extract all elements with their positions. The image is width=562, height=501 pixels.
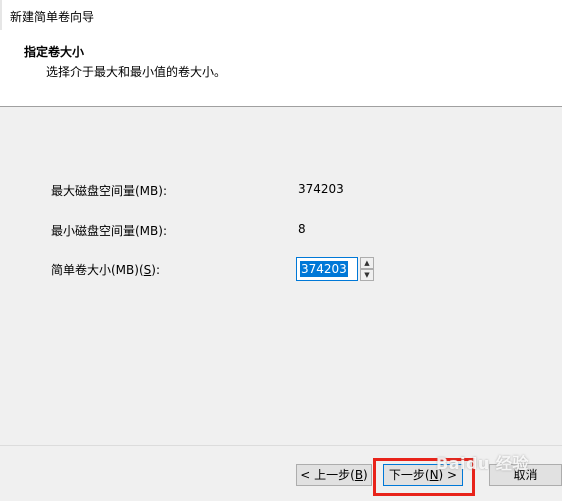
highlight-box	[373, 458, 475, 496]
page-subtitle: 选择介于最大和最小值的卷大小。	[46, 65, 227, 79]
volume-size-selected-text: 374203	[300, 261, 348, 277]
window-title: 新建简单卷向导	[10, 10, 95, 24]
back-button[interactable]: < 上一步(B)	[296, 464, 372, 486]
wizard-footer: < 上一步(B) 下一步(N) > 取消 Baidu 经验	[0, 446, 562, 501]
volume-size-input[interactable]: 374203	[296, 257, 358, 281]
arrow-up-icon: ▲	[364, 259, 370, 267]
max-size-label: 最大磁盘空间量(MB):	[51, 184, 167, 198]
wizard-header: 指定卷大小 选择介于最大和最小值的卷大小。	[0, 30, 562, 106]
spin-up-button[interactable]: ▲	[360, 257, 374, 269]
cancel-button[interactable]: 取消	[489, 464, 562, 486]
arrow-down-icon: ▼	[364, 271, 370, 279]
min-size-value: 8	[298, 222, 306, 236]
max-size-value: 374203	[298, 182, 344, 196]
wizard-window: 新建简单卷向导 指定卷大小 选择介于最大和最小值的卷大小。 最大磁盘空间量(MB…	[0, 0, 562, 501]
min-size-label: 最小磁盘空间量(MB):	[51, 224, 167, 238]
volume-size-label: 简单卷大小(MB)(S):	[51, 263, 160, 277]
page-title: 指定卷大小	[24, 45, 85, 59]
spin-down-button[interactable]: ▼	[360, 269, 374, 281]
volume-size-stepper[interactable]: 374203 ▲ ▼	[296, 257, 376, 283]
wizard-content: 最大磁盘空间量(MB): 374203 最小磁盘空间量(MB): 8 简单卷大小…	[0, 107, 562, 445]
